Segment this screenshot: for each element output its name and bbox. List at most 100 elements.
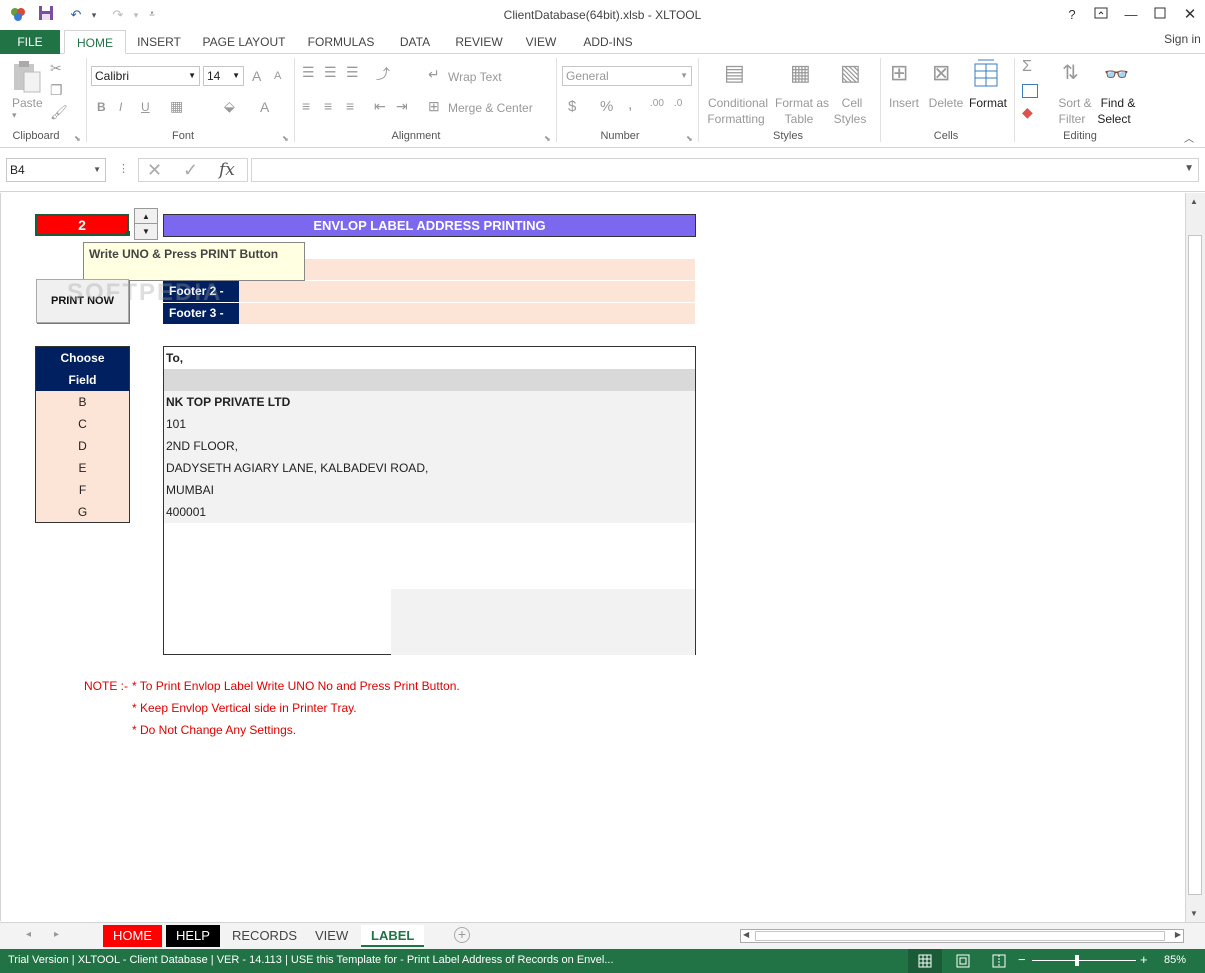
grow-font-icon[interactable]: A (252, 68, 261, 84)
align-middle-icon[interactable]: ☰ (324, 64, 337, 81)
autosum-icon[interactable]: Σ (1022, 58, 1032, 76)
conditional-formatting-label-2[interactable]: Formatting (704, 112, 768, 126)
zoom-out-button[interactable]: − (1018, 952, 1026, 967)
scroll-down-icon[interactable]: ▼ (1190, 909, 1198, 918)
format-as-table-icon[interactable]: ▦ (790, 60, 811, 86)
cell-styles-label-2[interactable]: Styles (830, 112, 870, 126)
tab-home[interactable]: HOME (64, 30, 126, 54)
hscroll-thumb[interactable] (755, 931, 1165, 941)
sheet-tab-view[interactable]: VIEW (305, 925, 359, 947)
page-layout-view-icon[interactable] (956, 954, 970, 971)
tab-data[interactable]: DATA (390, 30, 440, 54)
uno-spinner[interactable]: ▲ ▼ (134, 208, 158, 240)
field-option-g[interactable]: G (36, 501, 129, 523)
formula-input[interactable]: ▼ (251, 158, 1199, 182)
insert-function-icon[interactable]: fx (219, 160, 235, 180)
wrap-text-icon[interactable]: ↵ (428, 66, 440, 83)
cut-icon[interactable]: ✂ (50, 60, 62, 77)
clipboard-launcher-icon[interactable]: ⬊ (74, 134, 81, 143)
insert-cells-button[interactable]: Insert (884, 96, 924, 110)
format-cells-button[interactable]: Format (966, 96, 1010, 110)
format-cells-icon[interactable] (972, 58, 1002, 90)
name-box[interactable]: B4 ▼ (6, 158, 106, 182)
tab-scroll-right-icon[interactable]: ▸ (54, 929, 59, 940)
uno-input-cell[interactable]: 2 (35, 214, 129, 236)
font-name-combo[interactable]: Calibri ▼ (91, 66, 200, 86)
shrink-font-icon[interactable]: A (274, 70, 281, 82)
align-bottom-icon[interactable]: ☰ (346, 64, 359, 81)
sort-filter-label[interactable]: Sort & (1056, 96, 1094, 110)
cancel-icon[interactable]: ✕ (147, 160, 162, 181)
spin-up-icon[interactable]: ▲ (135, 209, 157, 224)
field-option-f[interactable]: F (36, 479, 129, 501)
italic-button[interactable]: I (119, 100, 122, 114)
ribbon-display-icon[interactable] (1089, 4, 1113, 26)
currency-button[interactable]: $ (568, 98, 576, 115)
number-format-combo[interactable]: General ▼ (562, 66, 692, 86)
increase-decimal-icon[interactable]: .00 (650, 98, 664, 109)
new-sheet-icon[interactable]: + (454, 927, 470, 943)
footer-2-row[interactable] (163, 281, 695, 302)
field-option-b[interactable]: B (36, 391, 129, 413)
fill-handle[interactable] (125, 231, 130, 236)
font-size-combo[interactable]: 14 ▼ (203, 66, 244, 86)
underline-button[interactable]: U (141, 100, 150, 114)
align-right-icon[interactable]: ≡ (346, 98, 354, 114)
help-button[interactable]: ? (1060, 4, 1084, 26)
format-as-table-label[interactable]: Format as (774, 96, 830, 110)
sheet-tab-records[interactable]: RECORDS (222, 925, 308, 947)
cell-styles-icon[interactable]: ▧ (840, 60, 861, 86)
sort-filter-label-2[interactable]: Filter (1054, 112, 1090, 126)
conditional-formatting-icon[interactable]: ▤ (724, 60, 745, 86)
zoom-in-button[interactable]: + (1140, 952, 1148, 967)
sheet-tab-home[interactable]: HOME (103, 925, 162, 947)
font-color-icon[interactable]: A (260, 99, 269, 115)
zoom-slider[interactable] (1032, 960, 1136, 961)
paste-dropdown-icon[interactable]: ▾ (12, 110, 17, 121)
tab-add-ins[interactable]: ADD-INS (572, 30, 644, 54)
clear-icon[interactable]: ◆ (1022, 104, 1033, 121)
increase-indent-icon[interactable]: ⇥ (396, 98, 408, 115)
delete-cells-icon[interactable]: ⊠ (932, 60, 950, 86)
field-option-e[interactable]: E (36, 457, 129, 479)
tab-insert[interactable]: INSERT (130, 30, 188, 54)
decrease-decimal-icon[interactable]: .0 (674, 98, 682, 109)
sheet-tab-help[interactable]: HELP (166, 925, 220, 947)
tab-page-layout[interactable]: PAGE LAYOUT (196, 30, 292, 54)
orientation-icon[interactable]: ⤴ (376, 64, 390, 84)
find-select-label[interactable]: Find & (1096, 96, 1140, 110)
merge-center-button[interactable]: Merge & Center (448, 101, 533, 115)
sheet-tab-label[interactable]: LABEL (361, 925, 425, 947)
format-painter-icon[interactable]: 🖌 (50, 104, 68, 121)
format-as-table-label-2[interactable]: Table (774, 112, 824, 126)
vertical-scrollbar[interactable]: ▲ ▼ (1185, 193, 1205, 922)
find-select-label-2[interactable]: Select (1094, 112, 1134, 126)
zoom-slider-thumb[interactable] (1075, 955, 1079, 966)
font-launcher-icon[interactable]: ⬊ (282, 134, 289, 143)
delete-cells-button[interactable]: Delete (926, 96, 966, 110)
align-center-icon[interactable]: ≡ (324, 98, 332, 114)
alignment-launcher-icon[interactable]: ⬊ (544, 134, 551, 143)
scroll-thumb[interactable] (1188, 235, 1202, 895)
spin-down-icon[interactable]: ▼ (135, 224, 157, 239)
footer-3-row[interactable] (163, 303, 695, 324)
sign-in-link[interactable]: Sign in (1160, 27, 1205, 51)
field-option-c[interactable]: C (36, 413, 129, 435)
tab-review[interactable]: REVIEW (448, 30, 510, 54)
fill-color-icon[interactable]: ⬙ (224, 98, 235, 115)
collapse-ribbon-icon[interactable]: ︿ (1184, 130, 1194, 145)
close-icon[interactable]: ✕ (1178, 4, 1202, 26)
horizontal-scrollbar[interactable]: ◀ ▶ (740, 929, 1184, 943)
zoom-level[interactable]: 85% (1164, 954, 1186, 966)
borders-icon[interactable]: ▦ (170, 98, 183, 115)
enter-icon[interactable]: ✓ (183, 160, 198, 181)
tab-formulas[interactable]: FORMULAS (300, 30, 382, 54)
scroll-up-icon[interactable]: ▲ (1190, 197, 1198, 206)
sort-filter-icon[interactable]: ⇅ (1062, 60, 1079, 85)
conditional-formatting-label[interactable]: Conditional (706, 96, 770, 110)
decrease-indent-icon[interactable]: ⇤ (374, 98, 386, 115)
paste-icon[interactable] (10, 60, 44, 96)
percent-button[interactable]: % (600, 98, 613, 115)
fill-icon[interactable] (1022, 84, 1038, 98)
wrap-text-button[interactable]: Wrap Text (448, 70, 502, 84)
